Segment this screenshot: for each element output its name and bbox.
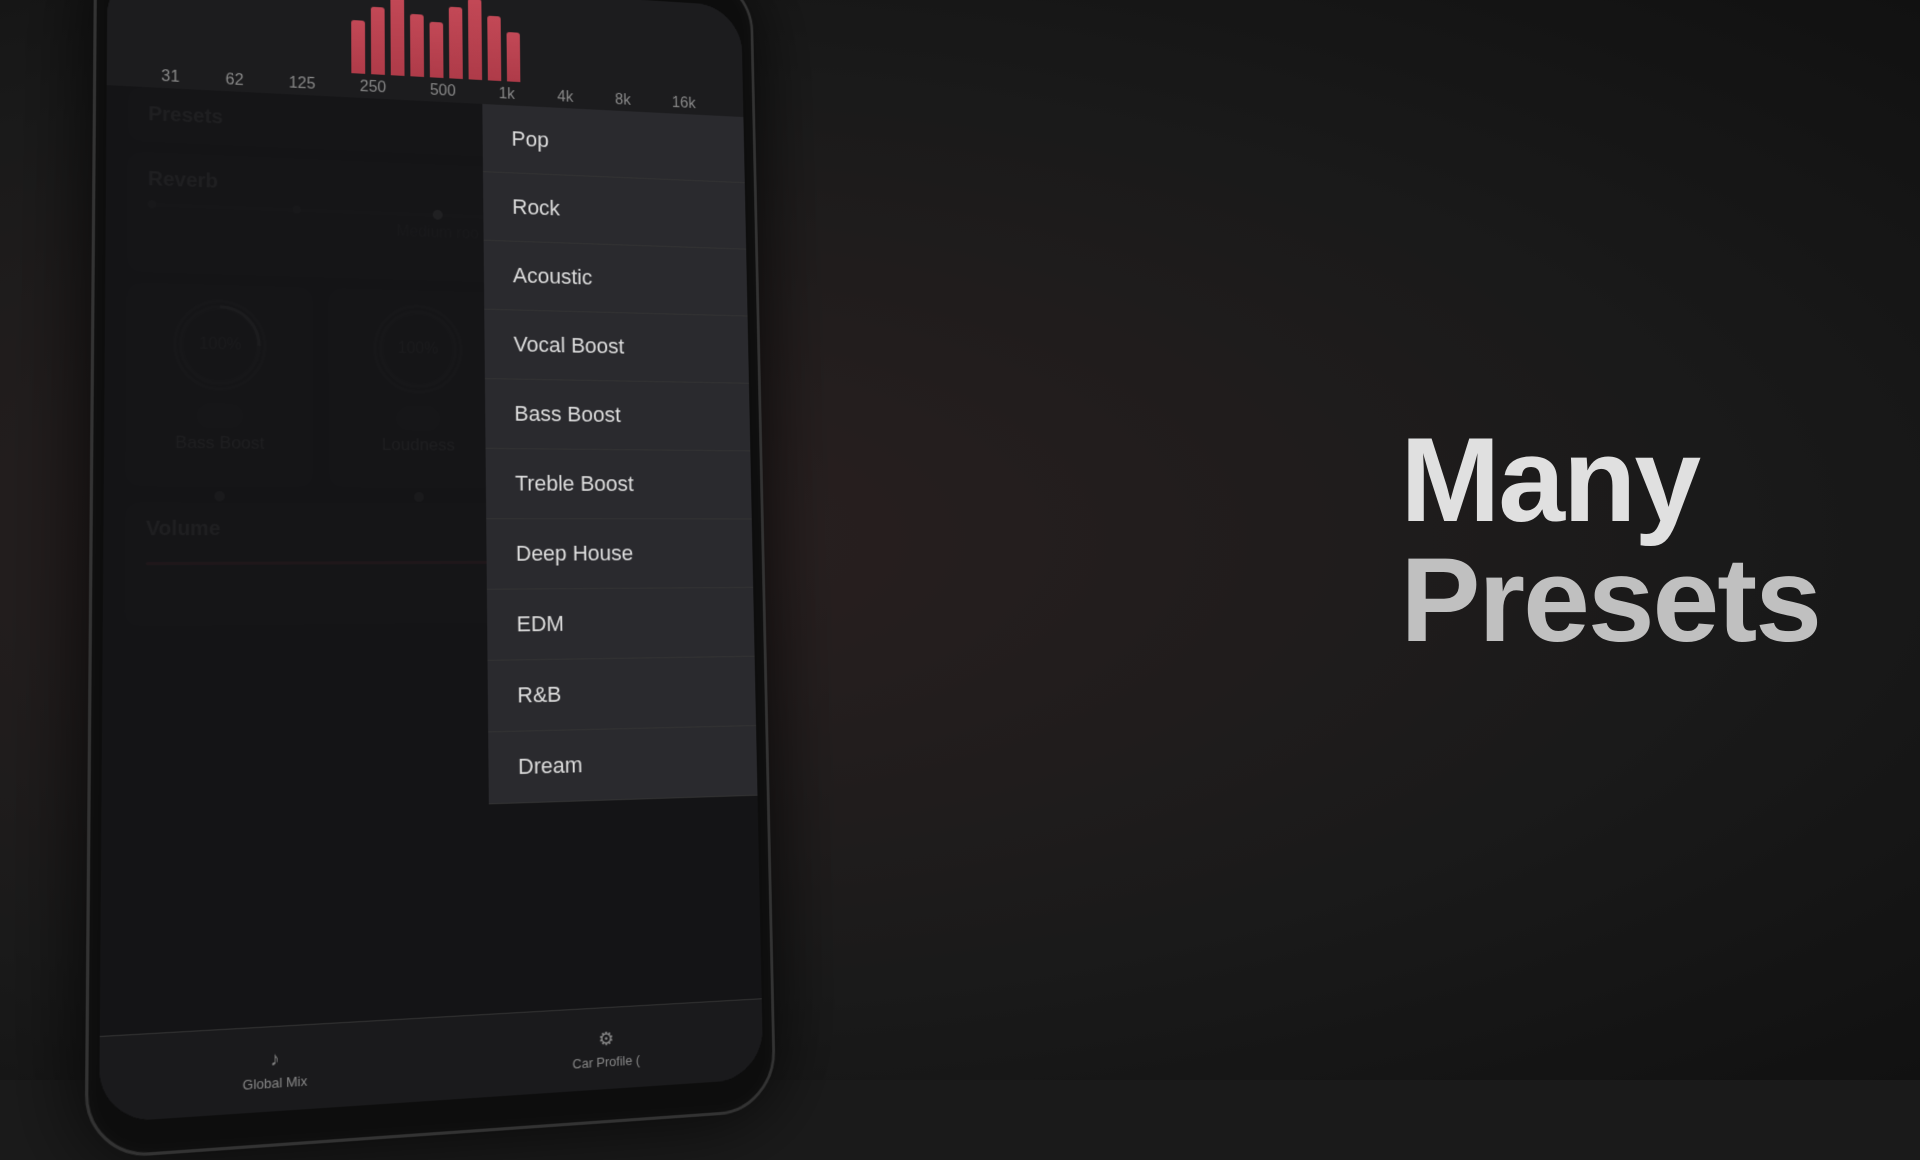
right-text: Many Presets [1400, 420, 1820, 660]
preset-rock[interactable]: Rock [483, 172, 746, 250]
eq-bar-9 [507, 32, 521, 82]
phone-screen: 31 62 125 250 500 1k 4k 8k 16k Presets [99, 0, 763, 1123]
eq-label-4k: 4k [557, 89, 573, 107]
preset-edm[interactable]: EDM [487, 588, 755, 661]
dropdown-menu: Pop Rock Acoustic Vocal Boost Bass Boost… [482, 104, 757, 804]
preset-vocal-boost[interactable]: Vocal Boost [484, 310, 749, 384]
eq-bar-7 [468, 0, 482, 80]
phone-wrapper: 31 62 125 250 500 1k 4k 8k 16k Presets [85, 0, 777, 1160]
eq-bar-2 [371, 7, 385, 75]
dropdown-overlay: Pop Rock Acoustic Vocal Boost Bass Boost… [100, 85, 762, 1036]
eq-bar-5 [430, 22, 444, 78]
preset-acoustic[interactable]: Acoustic [484, 241, 748, 317]
preset-bass-boost[interactable]: Bass Boost [485, 379, 750, 451]
headline-line2: Presets [1400, 540, 1820, 660]
eq-bar-6 [449, 7, 463, 79]
eq-label-16k: 16k [672, 95, 696, 113]
tab-global-mix[interactable]: ♪ Global Mix [99, 1017, 444, 1123]
eq-label-1k: 1k [499, 86, 515, 104]
phone-frame: 31 62 125 250 500 1k 4k 8k 16k Presets [85, 0, 777, 1160]
eq-bar-8 [487, 16, 501, 81]
screen-content: 31 62 125 250 500 1k 4k 8k 16k Presets [99, 0, 763, 1123]
eq-label-250: 250 [360, 78, 386, 97]
global-mix-icon: ♪ [270, 1047, 279, 1070]
eq-bar-3 [390, 0, 404, 76]
eq-label-31: 31 [161, 68, 179, 87]
preset-pop[interactable]: Pop [482, 104, 744, 183]
car-profile-icon: ⚙ [598, 1028, 614, 1050]
eq-label-8k: 8k [615, 92, 631, 110]
eq-label-125: 125 [289, 75, 316, 94]
preset-rnb[interactable]: R&B [488, 657, 757, 733]
eq-bar-1 [351, 20, 365, 74]
preset-deep-house[interactable]: Deep House [486, 519, 753, 590]
eq-label-500: 500 [430, 82, 456, 101]
headline-line1: Many [1400, 420, 1820, 540]
tab-car-profile[interactable]: ⚙ Car Profile ( [444, 999, 764, 1100]
car-profile-label: Car Profile ( [572, 1052, 640, 1072]
eq-label-62: 62 [225, 71, 243, 90]
preset-dream[interactable]: Dream [488, 726, 757, 804]
eq-bar-4 [410, 14, 424, 77]
preset-treble-boost[interactable]: Treble Boost [486, 449, 752, 520]
global-mix-label: Global Mix [243, 1072, 308, 1092]
